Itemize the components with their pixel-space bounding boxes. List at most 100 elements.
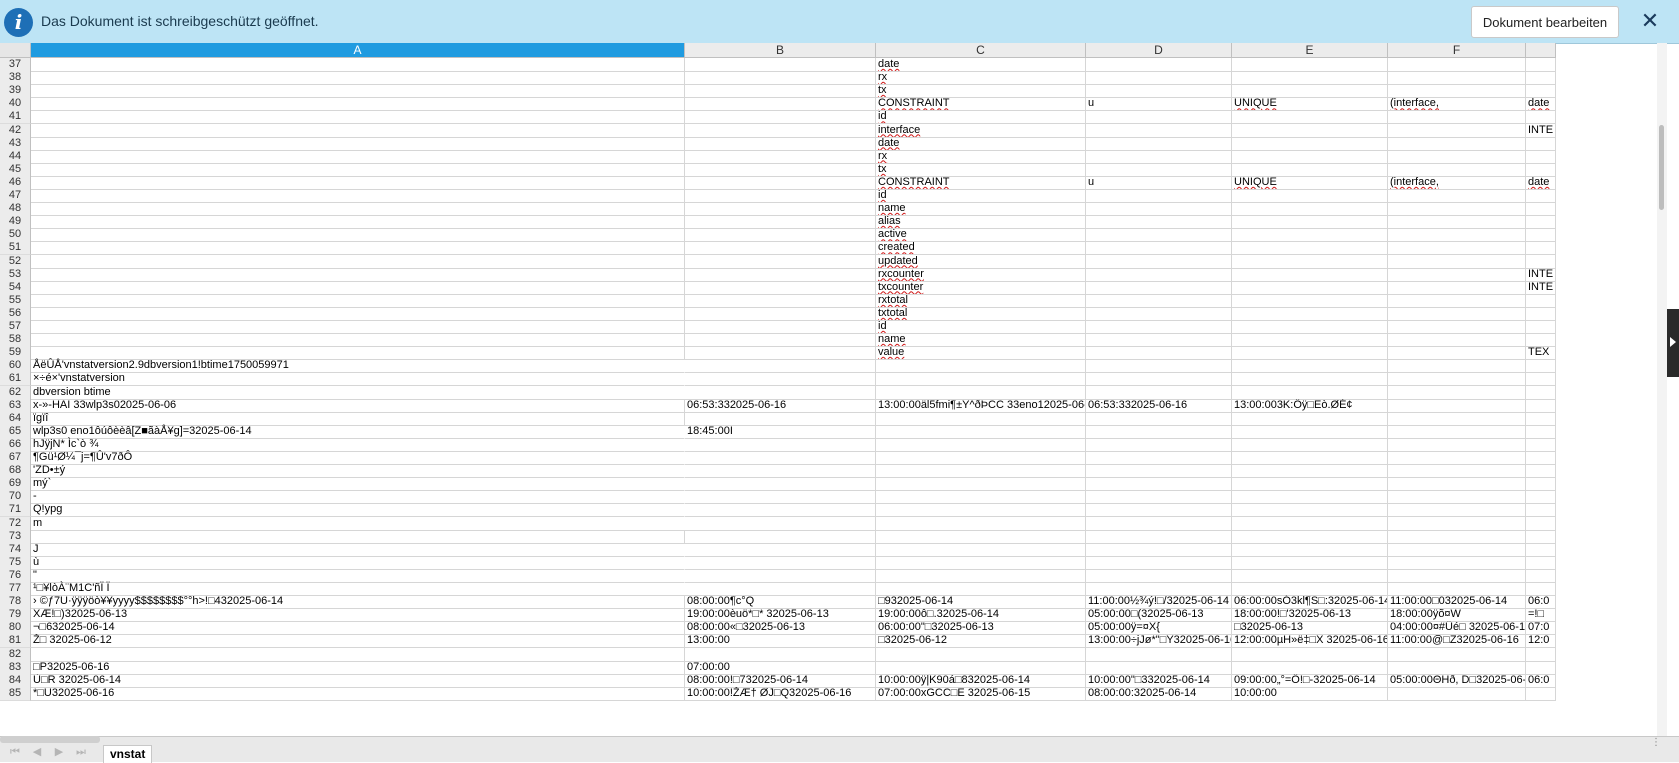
cell[interactable] (685, 254, 876, 269)
select-all-corner[interactable] (0, 43, 31, 58)
cell[interactable] (1388, 123, 1526, 138)
cell[interactable] (1086, 647, 1232, 662)
row-header[interactable]: 52 (0, 254, 31, 269)
cell[interactable] (1232, 647, 1388, 662)
cell[interactable] (31, 189, 685, 203)
cell[interactable]: 11:00:00□032025-06-14 (1388, 595, 1526, 610)
nav-prev-icon[interactable]: ◀ (30, 744, 44, 760)
row-header[interactable]: 56 (0, 306, 31, 321)
cell[interactable] (1526, 149, 1556, 164)
cell[interactable] (685, 175, 876, 190)
cell[interactable] (685, 464, 876, 479)
cell[interactable] (685, 568, 876, 583)
cell[interactable] (1388, 71, 1526, 86)
cell[interactable] (1086, 202, 1232, 217)
cell[interactable] (685, 411, 876, 426)
cell[interactable]: name (876, 202, 1086, 217)
row-header[interactable]: 72 (0, 516, 31, 531)
cell[interactable] (1526, 385, 1556, 400)
row-header[interactable]: 62 (0, 385, 31, 400)
cell[interactable] (1086, 58, 1232, 72)
cell[interactable] (31, 175, 685, 190)
cell[interactable] (1232, 202, 1388, 217)
cell[interactable]: › ©ƒ7Ü·ÿÿÿöò¥¥yyyy$$$$$$$$°°h>!□432025-0… (31, 595, 685, 610)
cell[interactable] (1086, 464, 1232, 479)
cell[interactable]: 10:00:00ÿ|K90á□832025-06-14 (876, 673, 1086, 688)
row-header[interactable]: 63 (0, 398, 31, 413)
cell[interactable]: dbversion btime (31, 386, 685, 400)
cell[interactable] (876, 503, 1086, 518)
cell[interactable] (1526, 162, 1556, 177)
cell[interactable]: rx (876, 71, 1086, 86)
cell[interactable] (1232, 320, 1388, 334)
cell[interactable]: name (876, 333, 1086, 348)
cell[interactable] (31, 293, 685, 308)
cell[interactable]: value (876, 346, 1086, 361)
cell[interactable] (1388, 398, 1526, 413)
cell[interactable] (1086, 228, 1232, 243)
cell[interactable] (1526, 293, 1556, 308)
cell[interactable] (1232, 267, 1388, 282)
cell[interactable] (685, 385, 876, 400)
cell[interactable] (876, 372, 1086, 387)
row-header[interactable]: 47 (0, 189, 31, 203)
cell[interactable] (1232, 123, 1388, 138)
cell[interactable]: 13:00:00 (685, 634, 876, 649)
cell[interactable]: u (1086, 175, 1232, 190)
cell[interactable] (1388, 293, 1526, 308)
cell[interactable]: 07:00:00 (685, 660, 876, 675)
row-header[interactable]: 73 (0, 529, 31, 544)
cell[interactable] (685, 215, 876, 230)
cell[interactable]: m (31, 517, 685, 531)
row-header[interactable]: 46 (0, 175, 31, 190)
cell[interactable]: Ù□R 32025-06-14 (31, 673, 685, 688)
cell[interactable]: 11:00:00@□Z32025-06-16 (1388, 634, 1526, 649)
cell[interactable]: 11:00:00½¾ý!□/32025-06-14 (1086, 595, 1232, 610)
cell[interactable] (685, 123, 876, 138)
cell[interactable] (1086, 123, 1232, 138)
cell[interactable] (685, 58, 876, 72)
cell[interactable] (1388, 516, 1526, 531)
cell[interactable] (1388, 582, 1526, 596)
cell[interactable]: rxtotal (876, 293, 1086, 308)
cell[interactable]: INTE (1526, 267, 1556, 282)
cell[interactable] (1232, 215, 1388, 230)
cell[interactable] (1526, 477, 1556, 492)
cell[interactable]: 13:00:00äl5fmi¶±Y^ðÞCC 33eno12025-06-16 (876, 398, 1086, 413)
cell[interactable] (1526, 555, 1556, 570)
cell[interactable] (685, 437, 876, 452)
cell[interactable]: 04:00:00¤#Üé□ 32025-06-14 (1388, 621, 1526, 636)
row-header[interactable]: 45 (0, 162, 31, 177)
cell[interactable]: *□U32025-06-16 (31, 686, 685, 701)
cell[interactable] (876, 464, 1086, 479)
cell[interactable]: 10:00:00!ŽÆ† ØJ□Q32025-06-16 (685, 686, 876, 701)
cell[interactable] (1526, 215, 1556, 230)
cell[interactable] (31, 215, 685, 230)
cell[interactable] (1086, 529, 1232, 544)
cell[interactable] (876, 647, 1086, 662)
cell[interactable] (1232, 464, 1388, 479)
cell[interactable]: 19:00:00èuö*□* 32025-06-13 (685, 608, 876, 623)
cell[interactable] (876, 359, 1086, 374)
cell[interactable] (685, 136, 876, 151)
cell[interactable] (1232, 149, 1388, 164)
cell[interactable] (1086, 280, 1232, 295)
cell[interactable] (1526, 306, 1556, 321)
cell[interactable] (1388, 385, 1526, 400)
cell[interactable]: ÅëÛÅ'vnstatversion2.9dbversion1!btime175… (31, 359, 685, 374)
cell[interactable] (1388, 267, 1526, 282)
cell[interactable] (1388, 686, 1526, 701)
cell[interactable] (1526, 660, 1556, 675)
cell[interactable] (1388, 568, 1526, 583)
cell[interactable]: hJÿjN* Ìc`ò ¾ (31, 438, 685, 452)
cell[interactable]: ×÷é×'vnstatversion (31, 372, 685, 387)
cell[interactable] (1526, 359, 1556, 374)
cell[interactable] (1086, 254, 1232, 269)
cell[interactable] (1086, 411, 1232, 426)
column-header-a[interactable]: A (31, 43, 685, 58)
cell[interactable]: 'ZD•±ý (31, 464, 685, 479)
cell[interactable]: 08:00:00:32025-06-14 (1086, 686, 1232, 701)
cell[interactable] (1086, 516, 1232, 531)
cell[interactable] (1388, 529, 1526, 544)
cell[interactable] (876, 451, 1086, 465)
